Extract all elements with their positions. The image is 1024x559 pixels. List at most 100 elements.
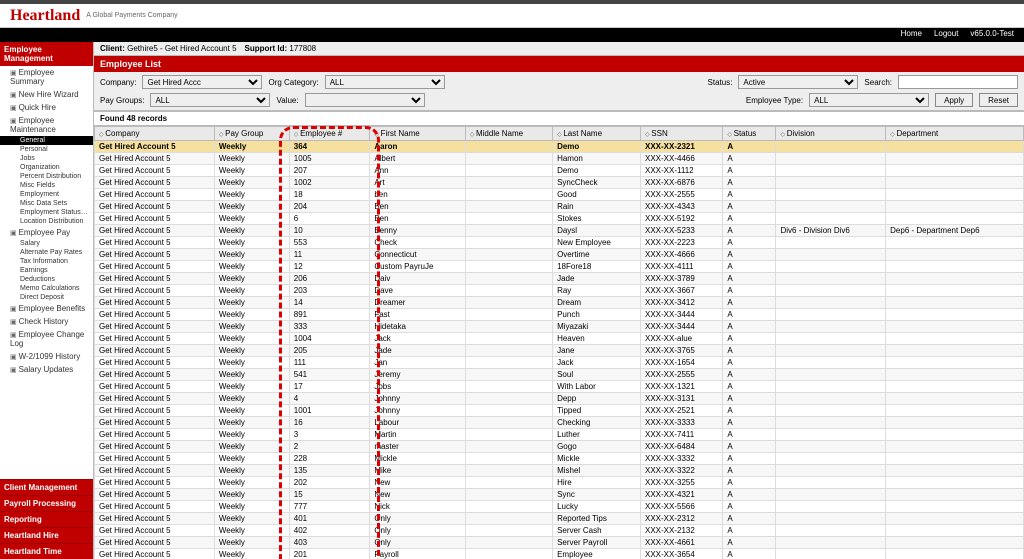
table-row[interactable]: Get Hired Account 5Weekly228MickleMickle… [95, 453, 1024, 465]
reset-button[interactable]: Reset [979, 93, 1018, 107]
table-row[interactable]: Get Hired Account 5Weekly202NewHireXXX-X… [95, 477, 1024, 489]
column-header[interactable]: Middle Name [465, 127, 552, 141]
home-link[interactable]: Home [901, 29, 922, 41]
table-row[interactable]: Get Hired Account 5Weekly18benGoodXXX-XX… [95, 189, 1024, 201]
company-select[interactable]: Get Hired Accc [142, 75, 262, 89]
column-header[interactable]: Pay Group [214, 127, 289, 141]
status-select[interactable]: Active [738, 75, 858, 89]
nav-item[interactable]: Employee Summary [0, 66, 93, 88]
sidebar: Employee Management Employee SummaryNew … [0, 42, 94, 559]
column-header[interactable]: Status [723, 127, 776, 141]
nav-subitem[interactable]: Direct Deposit [0, 293, 93, 302]
column-header[interactable]: Employee # [289, 127, 370, 141]
filter-panel: Company: Get Hired Accc Org Category: AL… [94, 72, 1024, 111]
nav-item[interactable]: W-2/1099 History [0, 350, 93, 363]
table-row[interactable]: Get Hired Account 5Weekly401OnlyReported… [95, 513, 1024, 525]
nav-subitem[interactable]: Personal [0, 145, 93, 154]
column-header[interactable]: Company [95, 127, 215, 141]
table-row[interactable]: Get Hired Account 5Weekly17JobsWith Labo… [95, 381, 1024, 393]
employee-table-wrapper[interactable]: CompanyPay GroupEmployee #First NameMidd… [94, 126, 1024, 559]
nav-item[interactable]: Employee Maintenance [0, 114, 93, 136]
table-row[interactable]: Get Hired Account 5Weekly16LabourCheckin… [95, 417, 1024, 429]
nav-item[interactable]: Employee Change Log [0, 328, 93, 350]
table-row[interactable]: Get Hired Account 5Weekly364AaronDemoXXX… [95, 141, 1024, 153]
table-row[interactable]: Get Hired Account 5Weekly207AnnDemoXXX-X… [95, 165, 1024, 177]
table-row[interactable]: Get Hired Account 5Weekly206DaivJadeXXX-… [95, 273, 1024, 285]
client-bar: Client: Gethire5 - Get Hired Account 5 S… [94, 42, 1024, 56]
nav-subitem[interactable]: Deductions [0, 275, 93, 284]
table-row[interactable]: Get Hired Account 5Weekly135MikeMishelXX… [95, 465, 1024, 477]
nav-subitem[interactable]: Location Distribution [0, 217, 93, 226]
nav-subitem[interactable]: General [0, 136, 93, 145]
table-row[interactable]: Get Hired Account 5Weekly6BenStokesXXX-X… [95, 213, 1024, 225]
client-name: Gethire5 - Get Hired Account 5 [127, 44, 236, 53]
table-row[interactable]: Get Hired Account 5Weekly402OnlyServer C… [95, 525, 1024, 537]
table-row[interactable]: Get Hired Account 5Weekly111JanJackXXX-X… [95, 357, 1024, 369]
value-select[interactable] [305, 93, 425, 107]
nav-item[interactable]: Quick Hire [0, 101, 93, 114]
brand-tagline: A Global Payments Company [86, 12, 177, 19]
nav-subitem[interactable]: Salary [0, 239, 93, 248]
table-row[interactable]: Get Hired Account 5Weekly403OnlyServer P… [95, 537, 1024, 549]
table-row[interactable]: Get Hired Account 5Weekly12Custom PayruJ… [95, 261, 1024, 273]
table-row[interactable]: Get Hired Account 5Weekly553CheckNew Emp… [95, 237, 1024, 249]
table-row[interactable]: Get Hired Account 5Weekly14DreamerDreamX… [95, 297, 1024, 309]
table-row[interactable]: Get Hired Account 5Weekly10BennyDayslXXX… [95, 225, 1024, 237]
column-header[interactable]: SSN [641, 127, 723, 141]
table-row[interactable]: Get Hired Account 5Weekly891FastPunchXXX… [95, 309, 1024, 321]
table-row[interactable]: Get Hired Account 5Weekly4JohnnyDeppXXX-… [95, 393, 1024, 405]
emptype-select[interactable]: ALL [809, 93, 929, 107]
brand-bar: Heartland A Global Payments Company [0, 4, 1024, 28]
logout-link[interactable]: Logout [934, 29, 958, 41]
sidebar-footer-button[interactable]: Heartland Hire [0, 527, 93, 543]
nav-item[interactable]: Check History [0, 315, 93, 328]
nav-item[interactable]: Salary Updates [0, 363, 93, 376]
nav-subitem[interactable]: Misc Data Sets [0, 199, 93, 208]
column-header[interactable]: First Name [370, 127, 465, 141]
table-row[interactable]: Get Hired Account 5Weekly205JadeJaneXXX-… [95, 345, 1024, 357]
sidebar-footer-button[interactable]: Reporting [0, 511, 93, 527]
table-row[interactable]: Get Hired Account 5Weekly11ConnecticutOv… [95, 249, 1024, 261]
nav-subitem[interactable]: Alternate Pay Rates [0, 248, 93, 257]
table-row[interactable]: Get Hired Account 5Weekly777NickLuckyXXX… [95, 501, 1024, 513]
sidebar-footer-button[interactable]: Payroll Processing [0, 495, 93, 511]
paygroup-select[interactable]: ALL [150, 93, 270, 107]
table-row[interactable]: Get Hired Account 5Weekly541JeremySoulXX… [95, 369, 1024, 381]
nav-subitem[interactable]: Employment Status Histo [0, 208, 93, 217]
sidebar-footer-button[interactable]: Heartland Time [0, 543, 93, 559]
nav-item[interactable]: Employee Pay [0, 226, 93, 239]
record-count: Found 48 records [94, 111, 1024, 126]
table-row[interactable]: Get Hired Account 5Weekly3MartinLutherXX… [95, 429, 1024, 441]
nav-subitem[interactable]: Jobs [0, 154, 93, 163]
nav-item[interactable]: New Hire Wizard [0, 88, 93, 101]
nav-tree: Employee SummaryNew Hire WizardQuick Hir… [0, 66, 93, 479]
table-row[interactable]: Get Hired Account 5Weekly1004JackHeavenX… [95, 333, 1024, 345]
nav-subitem[interactable]: Employment [0, 190, 93, 199]
nav-subitem[interactable]: Tax Information [0, 257, 93, 266]
nav-subitem[interactable]: Misc Fields [0, 181, 93, 190]
orgcat-select[interactable]: ALL [325, 75, 445, 89]
employee-table: CompanyPay GroupEmployee #First NameMidd… [94, 126, 1024, 559]
sidebar-footer-button[interactable]: Client Management [0, 479, 93, 495]
column-header[interactable]: Department [886, 127, 1024, 141]
column-header[interactable]: Last Name [553, 127, 641, 141]
column-header[interactable]: Division [776, 127, 886, 141]
table-row[interactable]: Get Hired Account 5Weekly1001JohnnyTippe… [95, 405, 1024, 417]
table-row[interactable]: Get Hired Account 5Weekly204BenRainXXX-X… [95, 201, 1024, 213]
brand-name: Heartland [10, 7, 80, 25]
search-input[interactable] [898, 75, 1018, 89]
table-row[interactable]: Get Hired Account 5Weekly203DaveRayXXX-X… [95, 285, 1024, 297]
table-row[interactable]: Get Hired Account 5Weekly15NewSyncXXX-XX… [95, 489, 1024, 501]
nav-subitem[interactable]: Earnings [0, 266, 93, 275]
version-label: v65.0.0-Test [970, 29, 1014, 41]
nav-subitem[interactable]: Organization [0, 163, 93, 172]
nav-subitem[interactable]: Memo Calculations [0, 284, 93, 293]
table-row[interactable]: Get Hired Account 5Weekly1002ArtSyncChec… [95, 177, 1024, 189]
table-row[interactable]: Get Hired Account 5Weekly2masterGogoXXX-… [95, 441, 1024, 453]
nav-item[interactable]: Employee Benefits [0, 302, 93, 315]
table-row[interactable]: Get Hired Account 5Weekly333HidetakaMiya… [95, 321, 1024, 333]
table-row[interactable]: Get Hired Account 5Weekly201PayrollEmplo… [95, 549, 1024, 559]
apply-button[interactable]: Apply [935, 93, 973, 107]
nav-subitem[interactable]: Percent Distribution [0, 172, 93, 181]
table-row[interactable]: Get Hired Account 5Weekly1005AlbertHamon… [95, 153, 1024, 165]
